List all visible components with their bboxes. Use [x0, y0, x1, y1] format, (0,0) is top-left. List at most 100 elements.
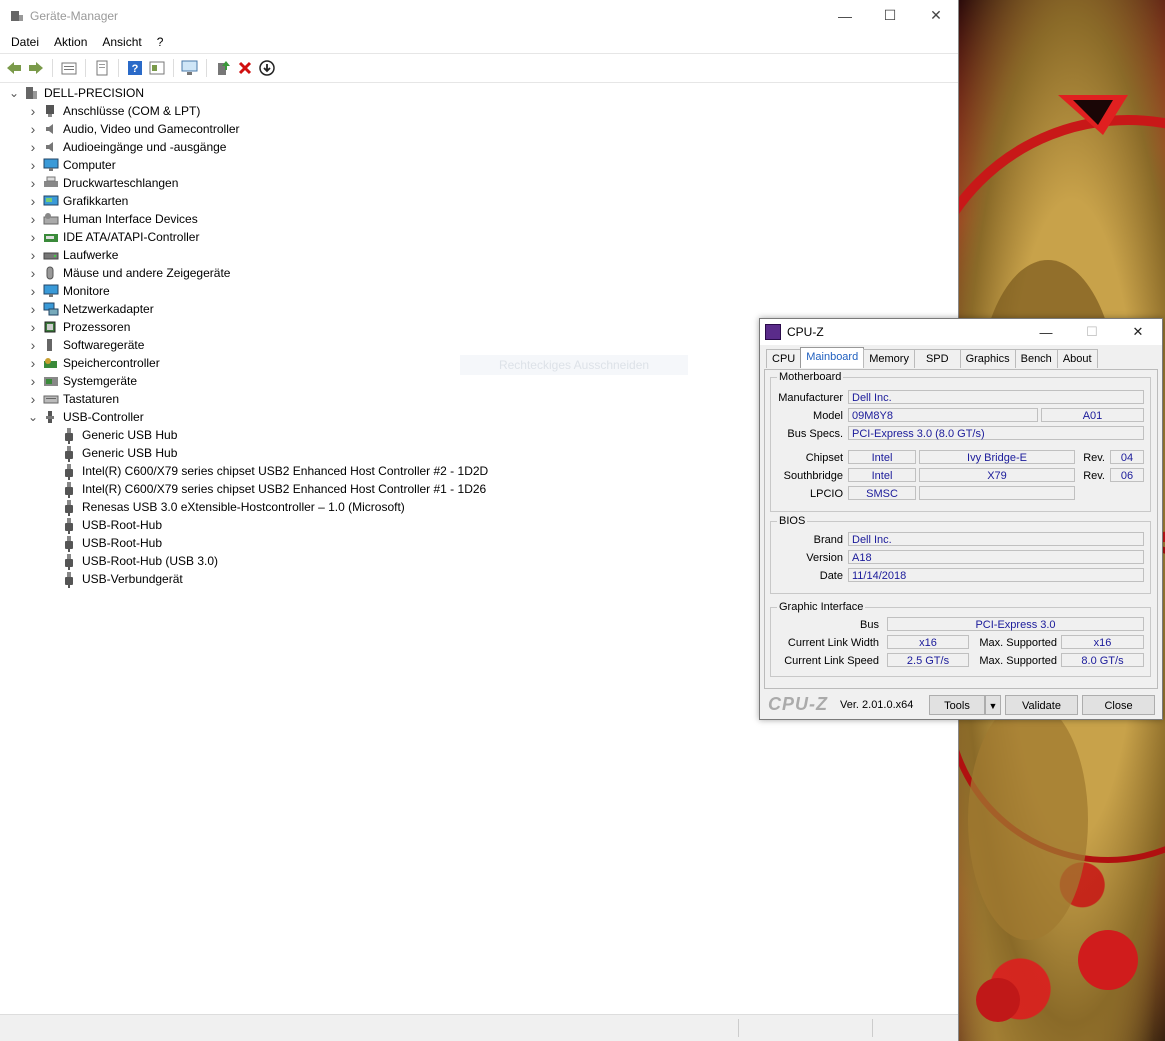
- chipset-vendor-value: Intel: [848, 450, 916, 464]
- expand-chevron-icon[interactable]: ›: [27, 229, 39, 245]
- graphic-bus-label: Bus: [860, 619, 879, 631]
- bus-specs-label: Bus Specs.: [787, 428, 843, 440]
- tree-item-label: USB-Root-Hub: [82, 536, 163, 550]
- tab-about[interactable]: About: [1056, 349, 1098, 368]
- tools-button[interactable]: Tools: [929, 695, 985, 715]
- uninstall-device-icon[interactable]: [235, 58, 255, 78]
- tree-category[interactable]: › Monitore: [0, 282, 958, 300]
- menu-datei[interactable]: Datei: [4, 35, 47, 49]
- tree-category[interactable]: › Audioeingänge und -ausgänge: [0, 138, 958, 156]
- tab-bench[interactable]: Bench: [1014, 349, 1058, 368]
- tree-category[interactable]: › Human Interface Devices: [0, 210, 958, 228]
- collapse-chevron-icon[interactable]: ⌄: [27, 411, 39, 423]
- tree-item-label: Computer: [63, 158, 116, 172]
- expand-chevron-icon[interactable]: ›: [27, 157, 39, 173]
- cpuz-app-icon: [765, 324, 781, 340]
- manufacturer-label: Manufacturer: [778, 392, 843, 404]
- system-device-icon: [43, 374, 59, 388]
- bus-specs-value: PCI-Express 3.0 (8.0 GT/s): [848, 426, 1144, 440]
- toolbar-separator: [52, 59, 53, 77]
- tree-item-label: Softwaregeräte: [63, 338, 145, 352]
- link-width-value: x16: [887, 635, 969, 649]
- link-width-max-label: Max. Supported: [979, 637, 1057, 649]
- menu-aktion[interactable]: Aktion: [47, 35, 95, 49]
- forward-arrow-icon[interactable]: [26, 58, 46, 78]
- properties-list-icon[interactable]: [59, 58, 79, 78]
- expand-chevron-icon[interactable]: ›: [27, 265, 39, 281]
- expand-chevron-icon[interactable]: ›: [27, 301, 39, 317]
- cpuz-close-footer-button[interactable]: Close: [1082, 695, 1155, 715]
- maximize-button[interactable]: ☐: [867, 0, 913, 31]
- tab-graphics[interactable]: Graphics: [959, 349, 1016, 368]
- minimize-button[interactable]: —: [822, 0, 868, 31]
- dm-titlebar[interactable]: Geräte-Manager — ☐ ✕: [0, 0, 958, 31]
- expand-chevron-icon[interactable]: ›: [27, 211, 39, 227]
- expand-chevron-icon[interactable]: ›: [27, 139, 39, 155]
- back-arrow-icon[interactable]: [4, 58, 24, 78]
- toolbar: ?: [0, 53, 958, 83]
- expand-chevron-icon[interactable]: ›: [27, 391, 39, 407]
- tree-category[interactable]: › Laufwerke: [0, 246, 958, 264]
- expand-chevron-icon[interactable]: ›: [27, 193, 39, 209]
- graphic-interface-group: Graphic Interface Bus PCI-Express 3.0 Cu…: [770, 601, 1151, 677]
- tree-item-label: Generic USB Hub: [82, 446, 178, 460]
- expand-chevron-icon[interactable]: ›: [27, 373, 39, 389]
- expand-chevron-icon[interactable]: ›: [27, 337, 39, 353]
- expand-chevron-icon[interactable]: ›: [27, 247, 39, 263]
- cpuz-maximize-button[interactable]: ☐: [1070, 319, 1114, 345]
- tab-cpu[interactable]: CPU: [766, 349, 802, 368]
- keyboard-icon: [43, 392, 59, 406]
- tab-mainboard[interactable]: Mainboard: [800, 347, 865, 368]
- status-separator: [738, 1019, 739, 1037]
- link-speed-max-label: Max. Supported: [979, 655, 1057, 667]
- expand-chevron-icon[interactable]: ›: [27, 355, 39, 371]
- tree-category[interactable]: › Anschlüsse (COM & LPT): [0, 102, 958, 120]
- usb-device-icon: [62, 572, 78, 588]
- link-speed-max-value: 8.0 GT/s: [1061, 653, 1144, 667]
- tree-item-label: USB-Root-Hub: [82, 518, 163, 532]
- tree-category[interactable]: › Audio, Video und Gamecontroller: [0, 120, 958, 138]
- computer-root-icon: [24, 86, 40, 100]
- tree-item-label: Renesas USB 3.0 eXtensible-Hostcontrolle…: [82, 500, 405, 514]
- cpuz-titlebar[interactable]: CPU-Z — ☐ ✕: [760, 319, 1162, 345]
- menu-help[interactable]: ?: [150, 35, 172, 49]
- validate-button[interactable]: Validate: [1005, 695, 1078, 715]
- printer-icon: [43, 176, 59, 190]
- tree-category[interactable]: › Grafikkarten: [0, 192, 958, 210]
- collapse-chevron-icon[interactable]: ⌄: [8, 87, 20, 99]
- cpuz-minimize-button[interactable]: —: [1024, 319, 1068, 345]
- expand-chevron-icon[interactable]: ›: [27, 121, 39, 137]
- help-icon[interactable]: ?: [125, 58, 145, 78]
- monitor-icon: [43, 158, 59, 172]
- document-icon[interactable]: [92, 58, 112, 78]
- expand-chevron-icon[interactable]: ›: [27, 175, 39, 191]
- update-driver-icon[interactable]: [213, 58, 233, 78]
- action-view-icon[interactable]: [147, 58, 167, 78]
- tree-category[interactable]: › Druckwarteschlangen: [0, 174, 958, 192]
- expand-chevron-icon[interactable]: ›: [27, 319, 39, 335]
- expand-chevron-icon[interactable]: ›: [27, 103, 39, 119]
- usb-device-icon: [62, 482, 78, 498]
- tree-root-computer[interactable]: ⌄ DELL-PRECISION: [0, 84, 958, 102]
- menu-ansicht[interactable]: Ansicht: [95, 35, 149, 49]
- tree-category[interactable]: › Netzwerkadapter: [0, 300, 958, 318]
- tree-category[interactable]: › Mäuse und andere Zeigegeräte: [0, 264, 958, 282]
- scan-hardware-icon[interactable]: [180, 58, 200, 78]
- tree-category[interactable]: › IDE ATA/ATAPI-Controller: [0, 228, 958, 246]
- tab-spd[interactable]: SPD: [913, 349, 961, 368]
- bios-brand-label: Brand: [813, 534, 843, 546]
- toolbar-separator: [118, 59, 119, 77]
- expand-chevron-icon[interactable]: ›: [27, 283, 39, 299]
- tools-dropdown-button[interactable]: ▼: [985, 695, 1001, 715]
- ide-controller-icon: [43, 230, 59, 244]
- tab-memory[interactable]: Memory: [863, 349, 915, 368]
- southbridge-rev-value: 06: [1110, 468, 1144, 482]
- tree-item-label: USB-Controller: [63, 410, 144, 424]
- tree-category[interactable]: › Computer: [0, 156, 958, 174]
- cpuz-close-button[interactable]: ✕: [1116, 319, 1160, 345]
- close-button[interactable]: ✕: [913, 0, 959, 31]
- download-circle-icon[interactable]: [257, 58, 277, 78]
